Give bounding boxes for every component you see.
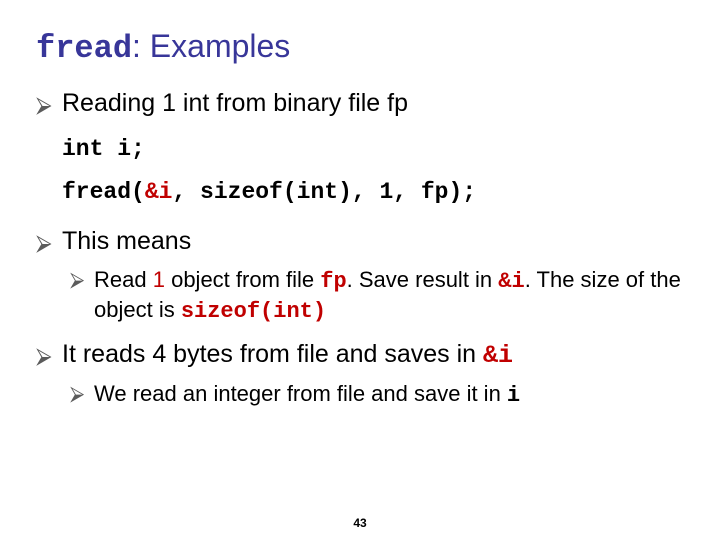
page-number: 43: [0, 516, 720, 530]
slide-title: fread: Examples: [36, 28, 684, 67]
amp-i-code: &i: [483, 341, 513, 370]
one-highlight: 1: [153, 267, 165, 292]
i-code: i: [507, 383, 520, 408]
seg: Read: [94, 267, 153, 292]
bullet-icon: ⮚: [36, 343, 56, 369]
fp-code: fp: [320, 269, 346, 294]
bullet-icon: ⮚: [70, 268, 84, 294]
sizeof-code: sizeof(int): [181, 299, 326, 324]
seg: . Save result in: [347, 267, 499, 292]
bullet-icon: ⮚: [36, 92, 56, 118]
code-block: int i; fread(&i, sizeof(int), 1, fp);: [36, 128, 684, 213]
bullet-icon: ⮚: [36, 230, 56, 256]
bullet-3a: ⮚ We read an integer from file and save …: [36, 380, 684, 410]
bullet-2: ⮚ This means: [36, 227, 684, 256]
bullet-1-text: Reading 1 int from binary file fp: [62, 89, 408, 117]
title-rest: : Examples: [132, 28, 290, 64]
seg: It reads 4 bytes from file and saves in: [62, 340, 483, 368]
title-code: fread: [36, 30, 132, 67]
code-line-1: int i;: [62, 128, 684, 171]
amp-i-code: &i: [498, 269, 524, 294]
code-seg: , sizeof(int), 1, fp);: [172, 179, 476, 205]
bullet-2a: ⮚ Read 1 object from file fp. Save resul…: [36, 266, 684, 326]
bullet-3: ⮚ It reads 4 bytes from file and saves i…: [36, 340, 684, 370]
code-line-2: fread(&i, sizeof(int), 1, fp);: [62, 171, 684, 214]
code-seg: fread(: [62, 179, 145, 205]
seg: object from file: [165, 267, 320, 292]
bullet-1: ⮚ Reading 1 int from binary file fp: [36, 89, 684, 118]
seg: We read an integer from file and save it…: [94, 381, 507, 406]
bullet-2-text: This means: [62, 227, 191, 255]
bullet-icon: ⮚: [70, 382, 84, 408]
code-amp-i: &i: [145, 179, 173, 205]
